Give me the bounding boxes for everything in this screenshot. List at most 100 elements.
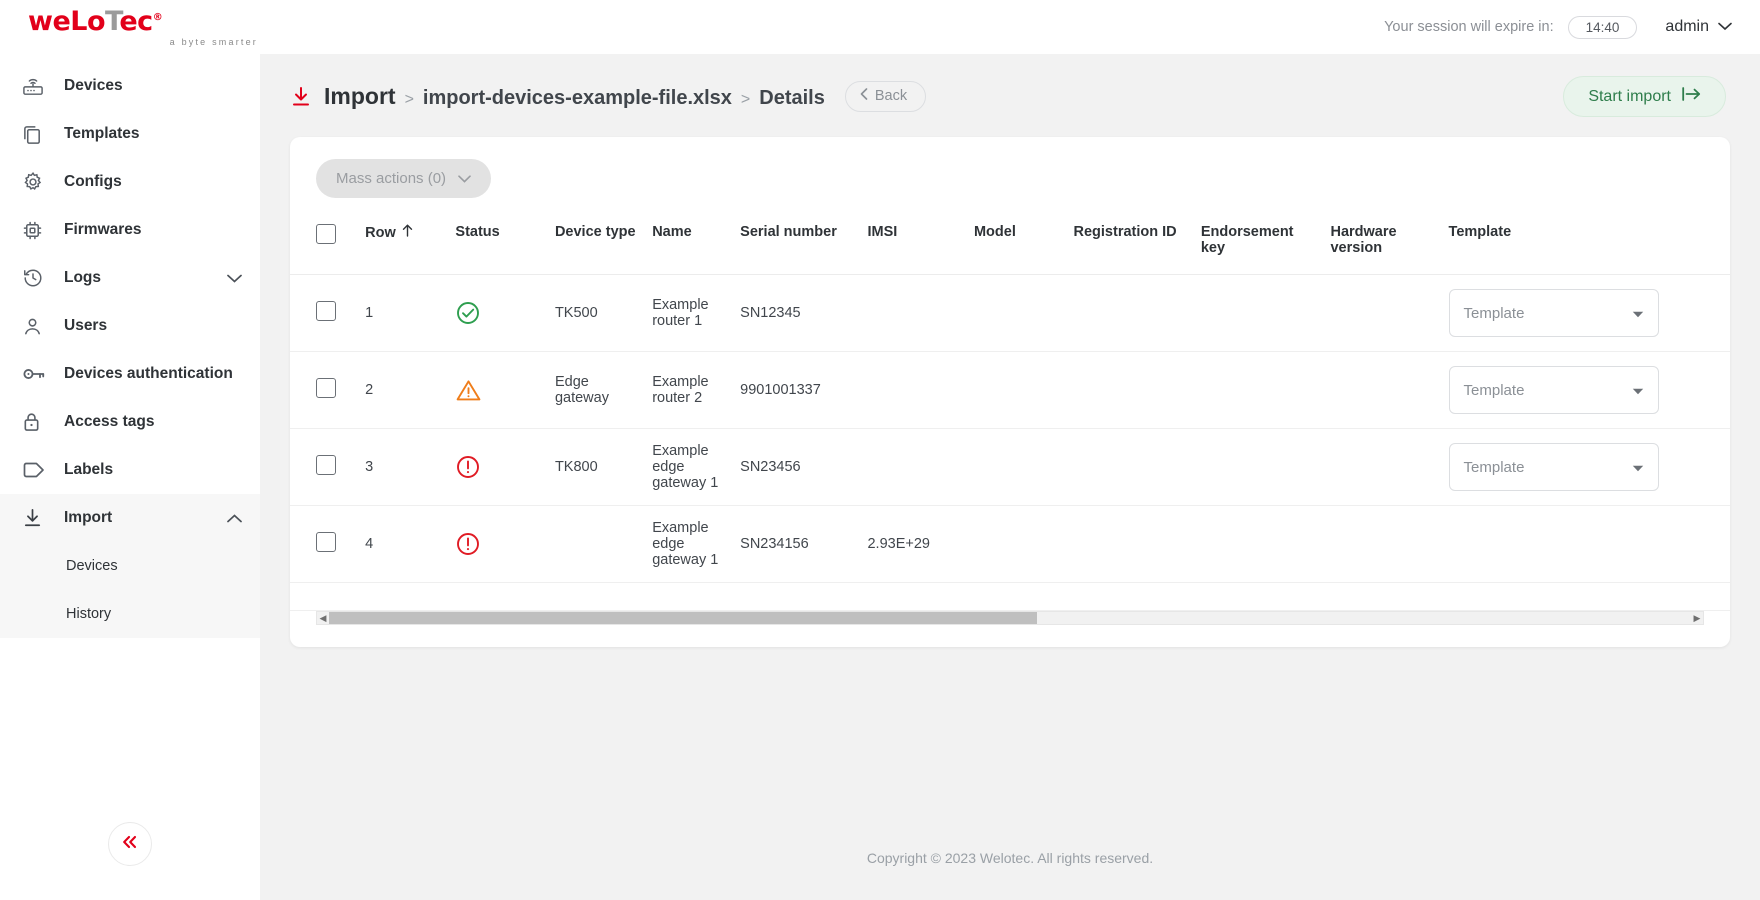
th-model[interactable]: Model (965, 208, 1066, 275)
th-name[interactable]: Name (644, 208, 733, 275)
sidebar-item-configs[interactable]: Configs (0, 158, 260, 206)
sidebar-item-users[interactable]: Users (0, 302, 260, 350)
cell-imsi (859, 274, 966, 352)
cell-model (965, 351, 1066, 429)
template-select[interactable]: Template (1448, 443, 1659, 491)
sidebar-item-logs[interactable]: Logs (0, 254, 260, 302)
cell-status (447, 428, 547, 506)
cell-status (447, 274, 547, 352)
top-bar-right: Your session will expire in: 14:40 admin (1384, 15, 1760, 39)
th-hardware-version[interactable]: Hardware version (1322, 208, 1441, 275)
sidebar-item-label: Configs (64, 173, 122, 190)
back-button[interactable]: Back (844, 81, 927, 112)
sidebar-item-templates[interactable]: Templates (0, 110, 260, 158)
cell-device-type: TK500 (546, 274, 645, 352)
cell-device-type: Edge gateway (546, 351, 645, 429)
chevron-down-icon[interactable] (227, 274, 242, 283)
sidebar-item-label: Firmwares (64, 221, 142, 238)
sidebar-item-devices[interactable]: Devices (0, 62, 260, 110)
cell-row-number: 2 (357, 351, 448, 429)
th-device-type[interactable]: Device type (546, 208, 645, 275)
th-status[interactable]: Status (447, 208, 547, 275)
cell-device-type: TK800 (546, 428, 645, 506)
th-imsi-label: IMSI (867, 224, 898, 240)
user-menu-label: admin (1665, 18, 1709, 35)
sidebar-subitem-import-devices[interactable]: Devices (0, 542, 260, 590)
th-template[interactable]: Template (1440, 208, 1730, 275)
cell-registration-id (1065, 505, 1193, 583)
cell-row-number: 3 (357, 428, 448, 506)
cell-imsi: 2.93E+29 (859, 505, 966, 583)
status-warning-icon (455, 378, 539, 403)
chip-icon (22, 220, 52, 241)
breadcrumb-file[interactable]: import-devices-example-file.xlsx (423, 87, 732, 110)
table-header-row: Row Status Device type Name Serial numbe… (290, 208, 1730, 275)
th-imsi[interactable]: IMSI (859, 208, 966, 275)
template-select[interactable]: Template (1448, 366, 1659, 414)
select-all-checkbox[interactable] (316, 224, 336, 244)
row-checkbox[interactable] (316, 455, 336, 475)
table-row[interactable]: 4 Example edge gateway 1 SN234156 2.93E+… (290, 505, 1730, 583)
spacer-cell (290, 582, 1730, 611)
table-row[interactable]: 3 TK800 Example edge gateway 1 SN23456 T… (290, 428, 1730, 506)
table-row[interactable]: 1 TK500 Example router 1 SN12345 Templat… (290, 274, 1730, 352)
chevron-up-icon[interactable] (227, 513, 242, 523)
th-name-label: Name (652, 224, 692, 240)
session-timer: 14:40 (1567, 15, 1638, 39)
th-registration-id[interactable]: Registration ID (1065, 208, 1193, 275)
logo-wordmark: weLoTec® (28, 8, 260, 35)
cell-status (447, 505, 547, 583)
th-template-label: Template (1448, 224, 1512, 240)
card-toolbar: Mass actions (0) (290, 137, 1730, 208)
cell-endorsement-key (1192, 351, 1323, 429)
sidebar-item-firmwares[interactable]: Firmwares (0, 206, 260, 254)
cell-serial-number: 9901001337 (732, 351, 860, 429)
user-menu[interactable]: admin (1665, 18, 1732, 36)
sidebar-subitem-label: History (66, 606, 112, 622)
chevron-left-icon (860, 88, 868, 104)
th-endorsement-key[interactable]: Endorsement key (1192, 208, 1323, 275)
lock-icon (22, 411, 52, 433)
import-details-card: Mass actions (0) Row Status Device type … (290, 137, 1730, 647)
template-select[interactable]: Template (1448, 289, 1659, 337)
logo-tagline: a byte smarter (169, 36, 258, 47)
table-head: Row Status Device type Name Serial numbe… (290, 208, 1730, 275)
sidebar-item-label: Logs (64, 269, 102, 286)
th-row[interactable]: Row (357, 208, 448, 275)
breadcrumb-root[interactable]: Import (324, 83, 396, 110)
th-serial-number[interactable]: Serial number (732, 208, 860, 275)
start-import-button[interactable]: Start import (1563, 76, 1726, 117)
sidebar-collapse-area (0, 822, 260, 900)
scroll-left-arrow-icon[interactable]: ◀ (317, 613, 329, 623)
row-checkbox[interactable] (316, 532, 336, 552)
cell-endorsement-key (1192, 274, 1323, 352)
th-select-all (290, 208, 358, 275)
router-icon (22, 76, 52, 96)
sidebar-item-devices-authentication[interactable]: Devices authentication (0, 350, 260, 398)
mass-actions-dropdown[interactable]: Mass actions (0) (316, 159, 492, 198)
cell-hardware-version (1322, 274, 1441, 352)
tag-icon (22, 461, 52, 479)
scrollbar-track[interactable] (329, 612, 1691, 624)
session-expire-label: Your session will expire in: (1384, 19, 1554, 35)
cell-row-number: 1 (357, 274, 448, 352)
main-content: Import > import-devices-example-file.xls… (260, 54, 1760, 900)
sidebar-item-label: Users (64, 317, 108, 334)
row-checkbox[interactable] (316, 378, 336, 398)
horizontal-scrollbar[interactable]: ◀ ▶ (316, 611, 1704, 625)
cell-device-type (546, 505, 645, 583)
brand-logo[interactable]: weLoTec® a byte smarter (0, 8, 260, 47)
sidebar-item-labels[interactable]: Labels (0, 446, 260, 494)
cell-imsi (859, 428, 966, 506)
scroll-right-arrow-icon[interactable]: ▶ (1691, 613, 1703, 623)
sidebar-subitem-import-history[interactable]: History (0, 590, 260, 638)
table-row[interactable]: 2 Edge gateway Example router 2 99010013… (290, 351, 1730, 429)
row-checkbox[interactable] (316, 301, 336, 321)
scrollbar-thumb[interactable] (329, 612, 1038, 624)
cell-hardware-version (1322, 505, 1441, 583)
sidebar-collapse-button[interactable] (108, 822, 152, 866)
sidebar-nav: Devices Templates Configs Firmwares Logs… (0, 54, 260, 638)
sidebar-item-import[interactable]: Import (0, 494, 260, 542)
sidebar-item-access-tags[interactable]: Access tags (0, 398, 260, 446)
table-row-spacer (290, 582, 1730, 611)
